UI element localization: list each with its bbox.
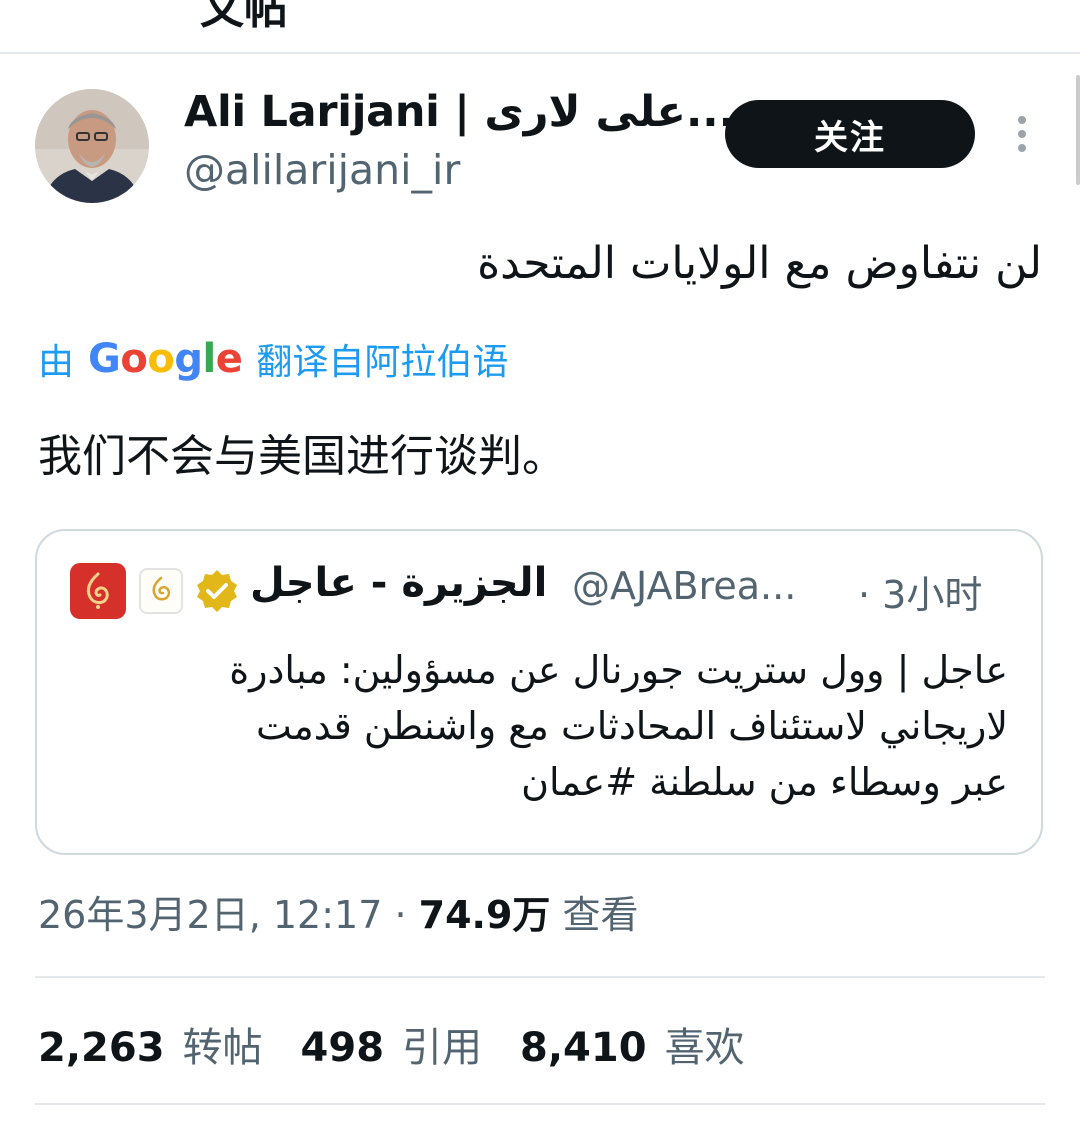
retweets-stat[interactable]: 2,263 转帖 bbox=[38, 1015, 263, 1073]
quoted-author-handle[interactable]: @AJABrea... bbox=[572, 564, 796, 608]
retweets-count: 2,263 bbox=[38, 1025, 165, 1071]
tweet-original-text: لن نتفاوض مع الولايات المتحدة bbox=[477, 238, 1042, 289]
quoted-author-name[interactable]: الجزيرة - عاجل bbox=[250, 560, 547, 606]
likes-count: 8,410 bbox=[520, 1025, 647, 1071]
author-display-name[interactable]: Ali Larijani | على لارى... bbox=[184, 87, 735, 137]
follow-button[interactable]: 关注 bbox=[725, 100, 975, 168]
quotes-count: 498 bbox=[300, 1025, 385, 1071]
google-logo-letter: G bbox=[88, 336, 121, 382]
page-title-fragment: 文帖 bbox=[200, 0, 288, 34]
translated-from-label: 翻译自阿拉伯语 bbox=[256, 342, 509, 383]
quoted-text-line: عاجل | وول ستريت جورنال عن مسؤولين: مباد… bbox=[229, 648, 1008, 692]
engagement-stats: 2,263 转帖 498 引用 8,410 喜欢 bbox=[38, 1015, 745, 1073]
retweets-label: 转帖 bbox=[182, 1025, 263, 1071]
meta-separator: · bbox=[382, 893, 419, 937]
google-logo: Google bbox=[88, 336, 243, 382]
views-count: 74.9万 bbox=[418, 893, 551, 937]
likes-stat[interactable]: 8,410 喜欢 bbox=[520, 1015, 745, 1073]
google-logo-letter: l bbox=[202, 336, 216, 382]
views-label: 查看 bbox=[550, 893, 639, 937]
avatar[interactable] bbox=[35, 89, 149, 203]
divider bbox=[35, 1103, 1045, 1105]
tweet-meta: 26年3月2日, 12:17 · 74.9万 查看 bbox=[38, 884, 639, 939]
author-handle[interactable]: @alilarijani_ir bbox=[184, 146, 460, 194]
verified-badge-icon bbox=[194, 568, 240, 614]
quotes-stat[interactable]: 498 引用 bbox=[301, 1015, 483, 1073]
aljazeera-logo-icon bbox=[70, 563, 126, 619]
avatar-image bbox=[35, 89, 149, 203]
tweet-translated-text: 我们不会与美国进行谈判。 bbox=[38, 431, 566, 482]
likes-label: 喜欢 bbox=[664, 1025, 745, 1071]
more-options-icon[interactable] bbox=[1008, 112, 1036, 156]
tweet-datetime[interactable]: 26年3月2日, 12:17 bbox=[38, 893, 382, 937]
quoted-text-line: لاريجاني لاستئناف المحادثات مع واشنطن قد… bbox=[256, 704, 1008, 748]
quotes-label: 引用 bbox=[402, 1025, 483, 1071]
translation-attribution[interactable]: 由 Google 翻译自阿拉伯语 bbox=[38, 333, 508, 385]
aljazeera-affiliate-icon bbox=[139, 568, 183, 614]
google-logo-letter: o bbox=[147, 336, 175, 382]
google-logo-letter: g bbox=[174, 336, 203, 382]
google-logo-letter: o bbox=[120, 336, 148, 382]
quoted-timestamp[interactable]: · 3小时 bbox=[858, 564, 982, 619]
scrollbar[interactable] bbox=[1076, 75, 1080, 185]
translated-by-label: 由 bbox=[38, 342, 75, 383]
google-logo-letter: e bbox=[215, 336, 243, 382]
quoted-tweet-text: عاجل | وول ستريت جورنال عن مسؤولين: مباد… bbox=[108, 642, 1008, 810]
divider bbox=[35, 976, 1045, 978]
quoted-text-line: عبر وسطاء من سلطنة #عمان bbox=[521, 760, 1008, 804]
header-divider bbox=[0, 52, 1080, 54]
